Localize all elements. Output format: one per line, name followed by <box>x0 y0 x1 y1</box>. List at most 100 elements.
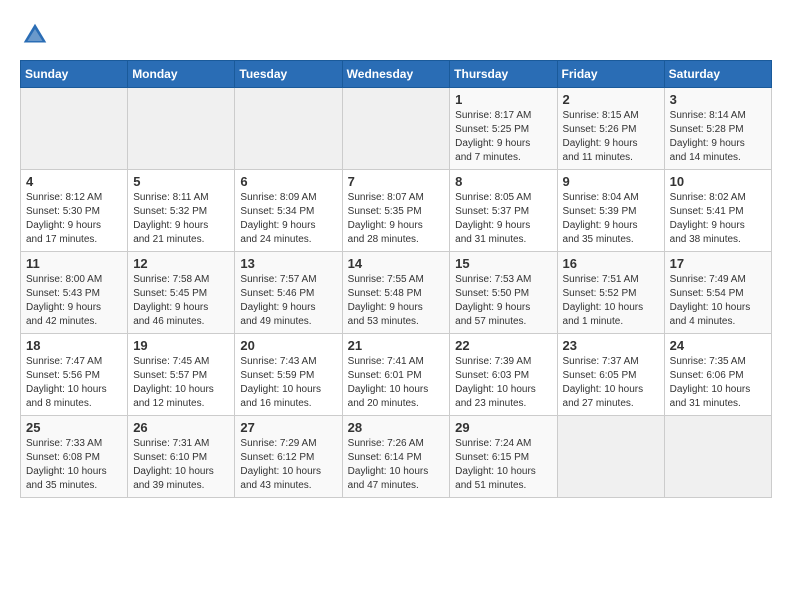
calendar-cell: 12 Sunrise: 7:58 AM Sunset: 5:45 PM Dayli… <box>128 252 235 334</box>
calendar-cell: 24 Sunrise: 7:35 AM Sunset: 6:06 PM Dayli… <box>664 334 771 416</box>
calendar-week-row: 11 Sunrise: 8:00 AM Sunset: 5:43 PM Dayli… <box>21 252 772 334</box>
calendar-cell: 4 Sunrise: 8:12 AM Sunset: 5:30 PM Daylig… <box>21 170 128 252</box>
calendar-cell: 26Sunrise: 7:31 AM Sunset: 6:10 PM Dayli… <box>128 416 235 498</box>
calendar-cell: 7Sunrise: 8:07 AM Sunset: 5:35 PM Daylig… <box>342 170 450 252</box>
calendar-cell: 2 Sunrise: 8:15 AM Sunset: 5:26 PM Daylig… <box>557 88 664 170</box>
day-info: Sunrise: 7:53 AM Sunset: 5:50 PM Dayligh… <box>455 273 551 329</box>
day-number: 1 <box>455 92 551 107</box>
day-info: Sunrise: 7:39 AM Sunset: 6:03 PM Dayligh… <box>455 355 551 411</box>
day-header-tuesday: Tuesday <box>235 61 342 88</box>
day-info: Sunrise: 8:12 AM Sunset: 5:30 PM Dayligh… <box>26 191 122 247</box>
calendar-cell: 27Sunrise: 7:29 AM Sunset: 6:12 PM Dayli… <box>235 416 342 498</box>
day-number: 15 <box>455 256 551 271</box>
calendar-cell: 18 Sunrise: 7:47 AM Sunset: 5:56 PM Dayli… <box>21 334 128 416</box>
day-number: 23 <box>563 338 659 353</box>
calendar-cell: 22 Sunrise: 7:39 AM Sunset: 6:03 PM Dayli… <box>450 334 557 416</box>
day-info: Sunrise: 7:49 AM Sunset: 5:54 PM Dayligh… <box>670 273 766 329</box>
day-number: 12 <box>133 256 229 271</box>
calendar-cell: 5 Sunrise: 8:11 AM Sunset: 5:32 PM Daylig… <box>128 170 235 252</box>
day-header-saturday: Saturday <box>664 61 771 88</box>
day-number: 25 <box>26 420 122 435</box>
calendar-cell <box>21 88 128 170</box>
day-number: 14 <box>348 256 445 271</box>
calendar-cell: 16 Sunrise: 7:51 AM Sunset: 5:52 PM Dayli… <box>557 252 664 334</box>
day-info: Sunrise: 7:43 AM Sunset: 5:59 PM Dayligh… <box>240 355 336 411</box>
calendar-cell: 29 Sunrise: 7:24 AM Sunset: 6:15 PM Dayli… <box>450 416 557 498</box>
day-info: Sunrise: 8:11 AM Sunset: 5:32 PM Dayligh… <box>133 191 229 247</box>
day-number: 8 <box>455 174 551 189</box>
calendar-week-row: 18 Sunrise: 7:47 AM Sunset: 5:56 PM Dayli… <box>21 334 772 416</box>
day-header-thursday: Thursday <box>450 61 557 88</box>
day-info: Sunrise: 8:02 AM Sunset: 5:41 PM Dayligh… <box>670 191 766 247</box>
day-info: Sunrise: 7:45 AM Sunset: 5:57 PM Dayligh… <box>133 355 229 411</box>
day-info: Sunrise: 7:47 AM Sunset: 5:56 PM Dayligh… <box>26 355 122 411</box>
day-info: Sunrise: 7:58 AM Sunset: 5:45 PM Dayligh… <box>133 273 229 329</box>
day-info: Sunrise: 7:33 AM Sunset: 6:08 PM Dayligh… <box>26 437 122 493</box>
day-number: 3 <box>670 92 766 107</box>
day-info: Sunrise: 7:37 AM Sunset: 6:05 PM Dayligh… <box>563 355 659 411</box>
day-info: Sunrise: 8:07 AM Sunset: 5:35 PM Dayligh… <box>348 191 445 247</box>
day-number: 11 <box>26 256 122 271</box>
day-number: 5 <box>133 174 229 189</box>
calendar-cell: 11 Sunrise: 8:00 AM Sunset: 5:43 PM Dayli… <box>21 252 128 334</box>
calendar-cell: 17Sunrise: 7:49 AM Sunset: 5:54 PM Dayli… <box>664 252 771 334</box>
day-info: Sunrise: 8:04 AM Sunset: 5:39 PM Dayligh… <box>563 191 659 247</box>
calendar-week-row: 1 Sunrise: 8:17 AM Sunset: 5:25 PM Daylig… <box>21 88 772 170</box>
calendar-week-row: 25 Sunrise: 7:33 AM Sunset: 6:08 PM Dayli… <box>21 416 772 498</box>
day-number: 20 <box>240 338 336 353</box>
day-number: 10 <box>670 174 766 189</box>
logo-icon <box>20 20 50 50</box>
day-number: 16 <box>563 256 659 271</box>
day-number: 26 <box>133 420 229 435</box>
day-info: Sunrise: 7:55 AM Sunset: 5:48 PM Dayligh… <box>348 273 445 329</box>
day-number: 13 <box>240 256 336 271</box>
calendar-cell: 6 Sunrise: 8:09 AM Sunset: 5:34 PM Daylig… <box>235 170 342 252</box>
day-info: Sunrise: 8:09 AM Sunset: 5:34 PM Dayligh… <box>240 191 336 247</box>
day-number: 24 <box>670 338 766 353</box>
calendar-cell: 19 Sunrise: 7:45 AM Sunset: 5:57 PM Dayli… <box>128 334 235 416</box>
day-number: 6 <box>240 174 336 189</box>
day-info: Sunrise: 7:51 AM Sunset: 5:52 PM Dayligh… <box>563 273 659 329</box>
day-info: Sunrise: 7:26 AM Sunset: 6:14 PM Dayligh… <box>348 437 445 493</box>
calendar-cell: 23 Sunrise: 7:37 AM Sunset: 6:05 PM Dayli… <box>557 334 664 416</box>
day-header-sunday: Sunday <box>21 61 128 88</box>
day-number: 19 <box>133 338 229 353</box>
calendar-cell: 20 Sunrise: 7:43 AM Sunset: 5:59 PM Dayli… <box>235 334 342 416</box>
calendar-table: SundayMondayTuesdayWednesdayThursdayFrid… <box>20 60 772 498</box>
calendar-cell <box>235 88 342 170</box>
day-number: 21 <box>348 338 445 353</box>
day-number: 18 <box>26 338 122 353</box>
calendar-cell: 15 Sunrise: 7:53 AM Sunset: 5:50 PM Dayli… <box>450 252 557 334</box>
calendar-cell: 25 Sunrise: 7:33 AM Sunset: 6:08 PM Dayli… <box>21 416 128 498</box>
calendar-cell: 28 Sunrise: 7:26 AM Sunset: 6:14 PM Dayli… <box>342 416 450 498</box>
day-number: 2 <box>563 92 659 107</box>
day-info: Sunrise: 7:24 AM Sunset: 6:15 PM Dayligh… <box>455 437 551 493</box>
day-info: Sunrise: 7:57 AM Sunset: 5:46 PM Dayligh… <box>240 273 336 329</box>
day-info: Sunrise: 8:15 AM Sunset: 5:26 PM Dayligh… <box>563 109 659 165</box>
day-number: 22 <box>455 338 551 353</box>
calendar-cell: 8 Sunrise: 8:05 AM Sunset: 5:37 PM Daylig… <box>450 170 557 252</box>
logo <box>20 20 54 50</box>
page-header <box>20 20 772 50</box>
day-info: Sunrise: 8:17 AM Sunset: 5:25 PM Dayligh… <box>455 109 551 165</box>
day-info: Sunrise: 8:05 AM Sunset: 5:37 PM Dayligh… <box>455 191 551 247</box>
day-number: 4 <box>26 174 122 189</box>
day-info: Sunrise: 7:29 AM Sunset: 6:12 PM Dayligh… <box>240 437 336 493</box>
day-number: 29 <box>455 420 551 435</box>
calendar-cell: 3Sunrise: 8:14 AM Sunset: 5:28 PM Daylig… <box>664 88 771 170</box>
calendar-cell <box>128 88 235 170</box>
day-info: Sunrise: 7:35 AM Sunset: 6:06 PM Dayligh… <box>670 355 766 411</box>
calendar-cell: 9 Sunrise: 8:04 AM Sunset: 5:39 PM Daylig… <box>557 170 664 252</box>
calendar-cell: 1 Sunrise: 8:17 AM Sunset: 5:25 PM Daylig… <box>450 88 557 170</box>
day-number: 28 <box>348 420 445 435</box>
calendar-cell <box>664 416 771 498</box>
day-header-friday: Friday <box>557 61 664 88</box>
day-info: Sunrise: 8:00 AM Sunset: 5:43 PM Dayligh… <box>26 273 122 329</box>
calendar-cell: 21Sunrise: 7:41 AM Sunset: 6:01 PM Dayli… <box>342 334 450 416</box>
calendar-cell: 10 Sunrise: 8:02 AM Sunset: 5:41 PM Dayli… <box>664 170 771 252</box>
day-header-wednesday: Wednesday <box>342 61 450 88</box>
day-number: 9 <box>563 174 659 189</box>
calendar-cell <box>342 88 450 170</box>
day-header-monday: Monday <box>128 61 235 88</box>
calendar-cell: 13 Sunrise: 7:57 AM Sunset: 5:46 PM Dayli… <box>235 252 342 334</box>
